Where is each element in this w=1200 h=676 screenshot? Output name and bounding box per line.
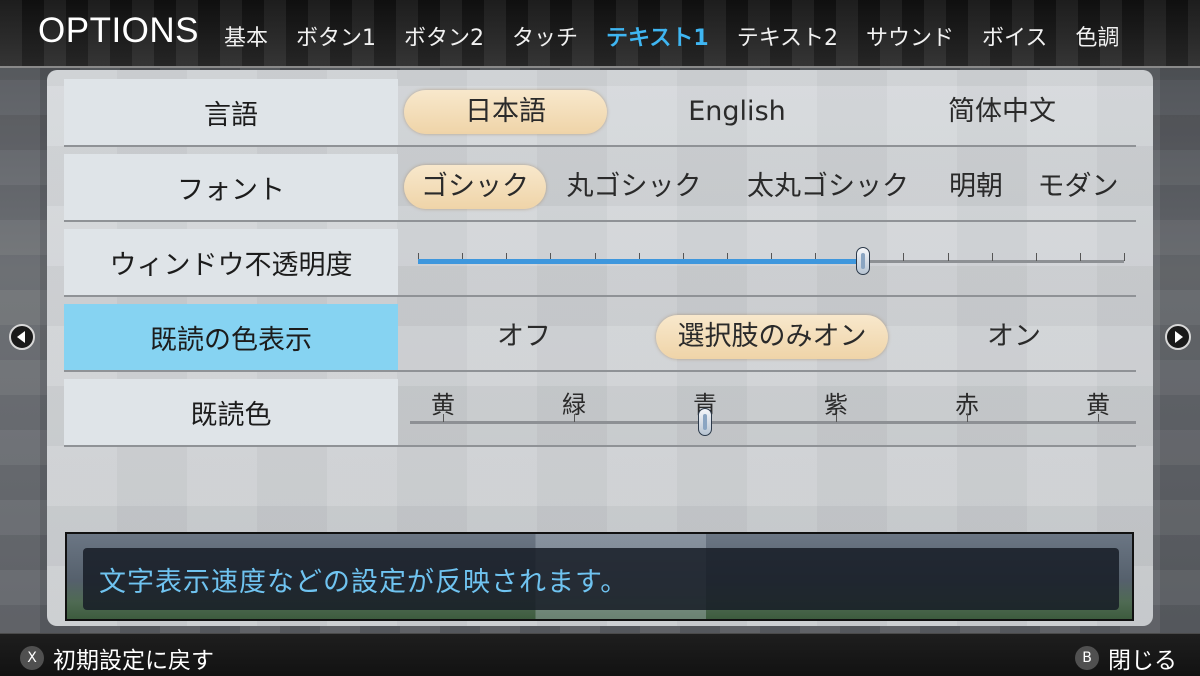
option-mincho[interactable]: 明朝 [944,165,1008,209]
row-read-color: 既読色 黄 緑 青 紫 赤 黄 [64,379,1136,447]
option-english[interactable]: English [652,90,822,134]
read-color-tick [1098,414,1099,422]
arrow-right-icon [1175,331,1183,343]
opacity-tick [1124,253,1125,261]
opacity-slider-track[interactable] [418,247,1125,275]
option-chinese[interactable]: 简体中文 [922,90,1082,134]
opacity-slider-knob[interactable] [855,247,870,275]
read-color-slider-track[interactable] [410,408,1136,436]
row-font: フォント ゴシック 丸ゴシック 太丸ゴシック 明朝 モダン [64,154,1136,222]
tab-color-tone[interactable]: 色調 [1075,20,1119,52]
read-color-tick [443,414,444,422]
option-choices-only-on[interactable]: 選択肢のみオン [656,315,888,359]
tab-button2[interactable]: ボタン2 [404,20,484,52]
close-button[interactable]: B 閉じる [1075,641,1177,675]
tab-sound[interactable]: サウンド [866,20,954,52]
opacity-tick [1079,253,1081,261]
reset-defaults-label: 初期設定に戻す [53,648,214,674]
read-color-slider-knob[interactable] [698,408,712,436]
row-label-read-color: 既読色 [64,379,398,445]
row-label-read-color-display: 既読の色表示 [64,304,398,370]
tab-basic[interactable]: 基本 [224,20,268,52]
b-button-icon: B [1075,646,1099,670]
opacity-tick [1035,253,1037,261]
row-language: 言語 日本語 English 简体中文 [64,79,1136,147]
option-modern[interactable]: モダン [1030,165,1126,209]
opacity-slider-fill [418,259,863,264]
tab-voice[interactable]: ボイス [982,20,1047,52]
option-off[interactable]: オフ [474,315,574,359]
reset-defaults-button[interactable]: X 初期設定に戻す [20,641,214,675]
description-text: 文字表示速度などの設定が反映されます。 [99,566,629,598]
read-color-tick [967,414,968,422]
x-button-icon: X [20,646,44,670]
option-japanese[interactable]: 日本語 [404,90,607,134]
page-title: OPTIONS [38,11,200,50]
option-futomaru-gothic[interactable]: 太丸ゴシック [738,165,918,209]
opacity-tick [947,253,949,261]
row-label-language: 言語 [64,79,398,145]
row-read-color-display: 既読の色表示 オフ 選択肢のみオン オン [64,304,1136,372]
close-label: 閉じる [1108,648,1177,674]
description-box: 文字表示速度などの設定が反映されます。 [65,532,1134,621]
header-bar: OPTIONS 基本 ボタン1 ボタン2 タッチ テキスト1 テキスト2 サウン… [0,0,1200,68]
next-page-button[interactable] [1165,324,1191,350]
prev-page-button[interactable] [9,324,35,350]
arrow-left-icon [17,331,25,343]
row-label-window-opacity: ウィンドウ不透明度 [64,229,398,295]
option-gothic[interactable]: ゴシック [404,165,546,209]
opacity-tick [991,253,993,261]
row-window-opacity: ウィンドウ不透明度 [64,229,1136,297]
read-color-tick [574,414,575,422]
option-maru-gothic[interactable]: 丸ゴシック [558,165,710,209]
option-on[interactable]: オン [964,315,1064,359]
tab-bar: 基本 ボタン1 ボタン2 タッチ テキスト1 テキスト2 サウンド ボイス 色調 [224,20,1147,52]
read-color-tick [836,414,837,422]
description-window: 文字表示速度などの設定が反映されます。 [83,548,1119,610]
row-label-font: フォント [64,154,398,220]
footer-bar: X 初期設定に戻す B 閉じる [0,633,1200,676]
tab-text1[interactable]: テキスト1 [606,20,709,52]
tab-touch[interactable]: タッチ [512,20,578,52]
tab-button1[interactable]: ボタン1 [296,20,376,52]
opacity-tick [903,253,905,261]
tab-text2[interactable]: テキスト2 [737,20,838,52]
